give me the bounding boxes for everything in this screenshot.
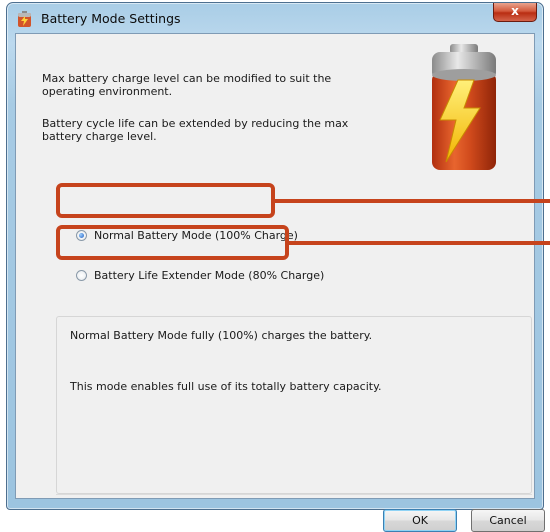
window-title: Battery Mode Settings bbox=[41, 11, 181, 26]
close-button[interactable]: x bbox=[493, 3, 537, 22]
extender-mode-label[interactable]: Battery Life Extender Mode (80% Charge) bbox=[94, 269, 324, 282]
title-bar[interactable]: Battery Mode Settings x bbox=[7, 3, 543, 33]
ok-button[interactable]: OK bbox=[383, 509, 457, 532]
dialog-body: Max battery charge level can be modified… bbox=[15, 33, 545, 532]
mode-description-box bbox=[56, 316, 532, 494]
extender-mode-radio[interactable] bbox=[76, 270, 87, 281]
cancel-button[interactable]: Cancel bbox=[471, 509, 545, 532]
intro-text-1: Max battery charge level can be modified… bbox=[42, 72, 332, 98]
callout-box-extender-mode bbox=[56, 225, 289, 260]
intro-text-2: Battery cycle life can be extended by re… bbox=[42, 117, 349, 143]
callout-line-extender-mode bbox=[289, 241, 550, 245]
description-text-1: Normal Battery Mode fully (100%) charges… bbox=[70, 329, 373, 342]
battery-icon bbox=[18, 11, 31, 27]
close-icon: x bbox=[511, 4, 519, 18]
battery-charging-icon bbox=[432, 44, 496, 170]
divider bbox=[56, 494, 532, 495]
callout-line-normal-mode bbox=[275, 199, 550, 203]
callout-box-normal-mode bbox=[56, 183, 275, 218]
description-text-2: This mode enables full use of its totall… bbox=[70, 380, 382, 393]
